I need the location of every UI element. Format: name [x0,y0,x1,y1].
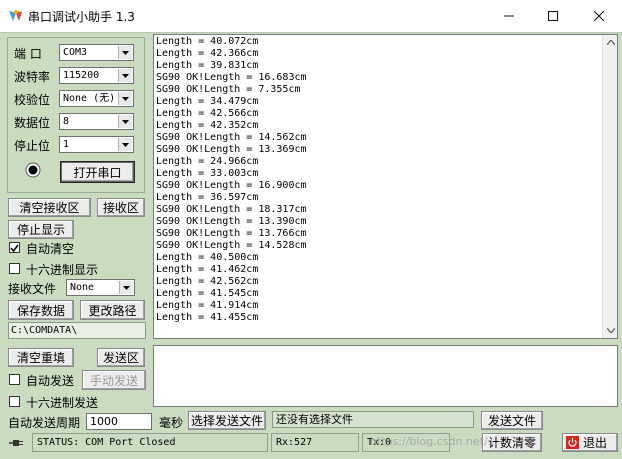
exit-button[interactable]: 退出 [562,433,618,452]
receive-log-line: Length = 41.914cm [156,300,259,311]
receive-log-line: Length = 40.072cm [156,36,259,47]
receive-log: Length = 40.072cm Length = 42.366cm Length… [156,36,307,324]
maximize-button[interactable] [530,0,576,32]
stop-display-button[interactable]: 停止显示 [8,220,74,239]
period-unit-label: 毫秒 [159,416,184,430]
parity-label: 校验位 [14,93,51,107]
close-icon [594,11,604,21]
receive-file-select[interactable]: None [66,279,135,296]
hex-display-checkbox[interactable] [9,263,20,274]
baud-select-value: 115200 [63,70,100,81]
receive-log-line: Length = 34.479cm [156,96,259,107]
receive-log-line: Length = 41.545cm [156,288,259,299]
rx-count: Rx:527 [271,433,359,452]
receive-log-line: Length = 24.966cm [156,156,259,167]
auto-clear-checkbox[interactable] [9,242,20,253]
watermark-text: https://blog.csdn.net/... [370,435,499,448]
receive-log-line: Length = 39.831cm [156,60,259,71]
port-select-value: COM3 [63,47,88,58]
receive-log-line: Length = 40.500cm [156,252,259,263]
receive-log-line: SG90 OK!Length = 7.355cm [156,84,301,95]
maximize-icon [548,11,558,21]
chevron-down-icon[interactable] [118,92,132,105]
receive-log-line: SG90 OK!Length = 13.390cm [156,216,307,227]
receive-log-line: Length = 42.562cm [156,276,259,287]
receive-log-line: SG90 OK!Length = 13.369cm [156,144,307,155]
send-file-button[interactable]: 发送文件 [481,411,543,430]
exit-label: 退出 [583,436,608,450]
parity-select[interactable]: None (无) [59,90,134,107]
chevron-down-icon[interactable] [118,115,132,128]
receive-scrollbar[interactable] [602,35,617,338]
receive-log-line: SG90 OK!Length = 18.317cm [156,204,307,215]
auto-send-period-label: 自动发送周期 [8,416,81,430]
receive-log-line: Length = 33.003cm [156,168,259,179]
close-button[interactable] [576,0,622,32]
period-input[interactable]: 1000 [86,413,152,430]
save-path-field[interactable]: C:\COMDATA\ [8,322,146,339]
minimize-icon [504,15,514,17]
receive-area-button[interactable]: 接收区 [97,198,145,217]
receive-log-line: SG90 OK!Length = 16.683cm [156,72,307,83]
plug-icon [9,440,23,446]
chevron-down-icon[interactable] [118,69,132,82]
receive-log-line: SG90 OK!Length = 16.900cm [156,180,307,191]
receive-log-line: Length = 41.455cm [156,312,259,323]
receive-log-line: Length = 36.597cm [156,192,259,203]
port-select[interactable]: COM3 [59,44,134,61]
baud-select[interactable]: 115200 [59,67,134,84]
receive-file-label: 接收文件 [8,282,57,296]
save-data-button[interactable]: 保存数据 [8,300,74,320]
scroll-up-icon[interactable] [603,35,617,50]
hex-display-label: 十六进制显示 [26,263,99,277]
receive-textarea[interactable]: Length = 40.072cm Length = 42.366cm Length… [153,34,618,339]
send-area-button[interactable]: 发送区 [97,348,145,367]
receive-log-line: SG90 OK!Length = 14.528cm [156,240,307,251]
manual-send-button[interactable]: 手动发送 [82,370,146,390]
chevron-down-icon[interactable] [118,46,132,59]
selected-file-field: 还没有选择文件 [272,411,474,428]
open-port-button[interactable]: 打开串口 [60,161,135,183]
minimize-button[interactable] [486,0,532,32]
databits-select-value: 8 [63,116,70,127]
databits-select[interactable]: 8 [59,113,134,130]
stopbits-label: 停止位 [14,139,51,153]
title-bar: 串口调试小助手 1.3 [0,0,622,32]
status-text: STATUS: COM Port Closed [32,433,268,452]
select-send-file-button[interactable]: 选择发送文件 [188,411,266,430]
hex-send-checkbox[interactable] [9,396,20,407]
receive-file-select-value: None [70,282,95,293]
databits-label: 数据位 [14,116,51,130]
receive-log-line: Length = 41.462cm [156,264,259,275]
window-title: 串口调试小助手 1.3 [28,10,135,24]
app-logo-icon [9,10,22,21]
stopbits-select[interactable]: 1 [59,136,134,153]
chevron-down-icon[interactable] [118,138,132,151]
scroll-down-icon[interactable] [603,323,617,338]
receive-log-line: Length = 42.352cm [156,120,259,131]
parity-select-value: None (无) [63,93,116,104]
change-path-button[interactable]: 更改路径 [80,300,145,320]
power-icon [566,436,579,449]
auto-send-checkbox[interactable] [9,374,20,385]
receive-log-line: SG90 OK!Length = 13.766cm [156,228,307,239]
port-label: 端 口 [14,47,42,61]
stopbits-select-value: 1 [63,139,70,150]
receive-log-line: Length = 42.366cm [156,48,259,59]
clear-send-button[interactable]: 清空重填 [8,348,74,367]
chevron-down-icon[interactable] [119,281,133,294]
baud-label: 波特率 [14,70,51,84]
checkmark-icon [10,244,19,252]
receive-log-line: Length = 42.566cm [156,108,259,119]
receive-log-line: SG90 OK!Length = 14.562cm [156,132,307,143]
hex-send-label: 十六进制发送 [26,396,99,410]
auto-send-label: 自动发送 [26,374,75,388]
send-textarea[interactable] [153,345,618,407]
clear-receive-button[interactable]: 清空接收区 [8,198,91,217]
auto-clear-label: 自动清空 [26,242,75,256]
port-status-indicator-icon [25,162,41,178]
